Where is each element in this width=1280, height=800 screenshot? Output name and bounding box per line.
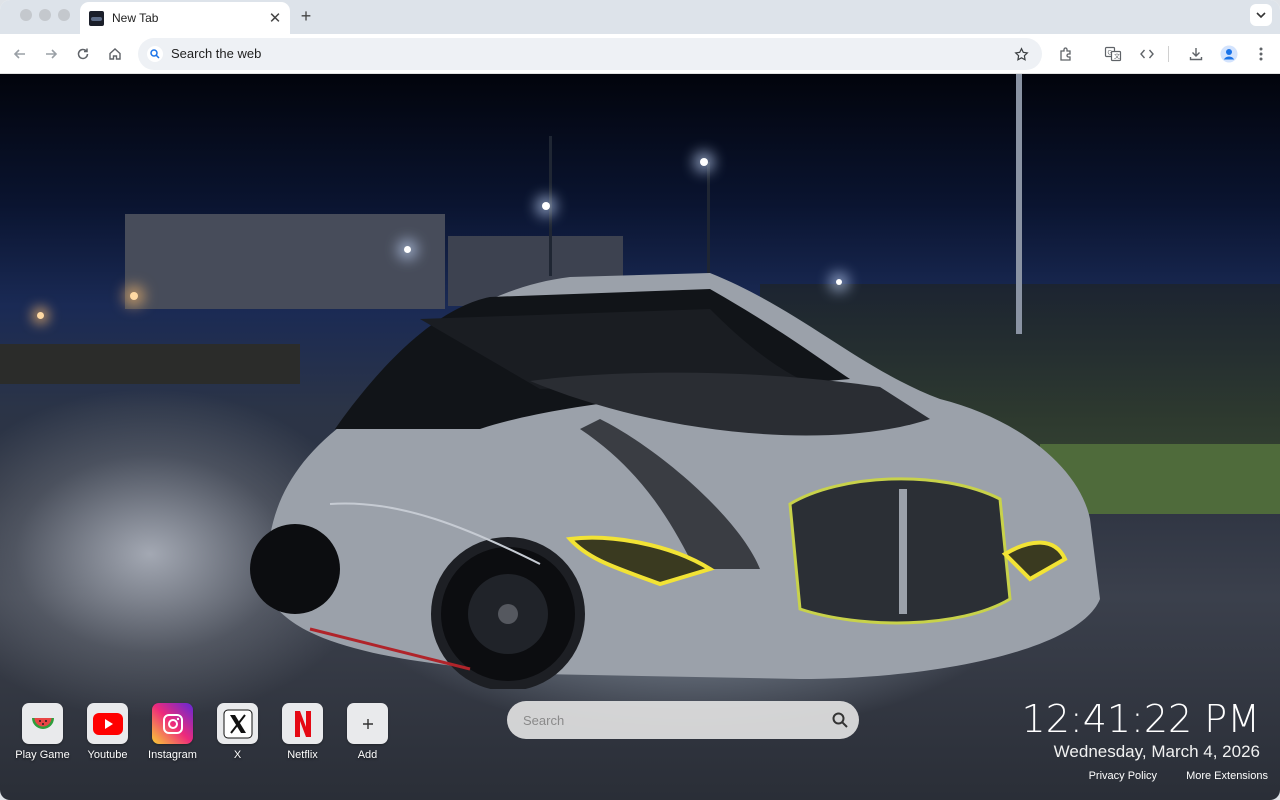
watermelon-icon[interactable]	[22, 703, 63, 744]
street-pole	[707, 162, 710, 282]
shortcut-youtube[interactable]: Youtube	[75, 703, 140, 761]
tab-title: New Tab	[112, 11, 159, 25]
clock-widget: 12:41:22 PM Wednesday, March 4, 2026	[1022, 698, 1260, 762]
footer-links: Privacy Policy More Extensions	[1089, 770, 1268, 782]
shortcut-label: Netflix	[287, 749, 318, 761]
home-icon	[109, 48, 121, 60]
shortcut-label: Add	[357, 749, 378, 761]
download-icon	[1189, 48, 1203, 61]
more-extensions-link[interactable]: More Extensions	[1186, 770, 1268, 782]
reload-button[interactable]	[71, 42, 95, 66]
translate-button[interactable]: G文	[1101, 42, 1125, 66]
new-tab-button[interactable]: +	[296, 6, 316, 26]
puzzle-icon	[1060, 47, 1071, 61]
code-icon	[1140, 49, 1154, 59]
page-search-box[interactable]	[507, 701, 859, 739]
browser-toolbar: Search the web G文	[0, 34, 1280, 74]
shortcut-instagram[interactable]: Instagram	[140, 703, 205, 761]
forward-button[interactable]	[39, 42, 63, 66]
search-icon[interactable]	[831, 711, 849, 729]
street-light	[37, 312, 44, 319]
back-button[interactable]	[8, 42, 32, 66]
maximize-window-button[interactable]	[58, 9, 70, 21]
address-bar-placeholder: Search the web	[171, 46, 262, 61]
svg-text:文: 文	[1114, 53, 1120, 61]
car-illustration	[250, 273, 1100, 689]
forward-arrow-icon	[46, 49, 58, 59]
bookmark-star-icon[interactable]	[1011, 44, 1031, 64]
minimize-window-button[interactable]	[39, 9, 51, 21]
tab-search-button[interactable]	[1250, 4, 1272, 26]
extensions-button[interactable]	[1054, 42, 1078, 66]
shortcut-play-game[interactable]: Play Game	[10, 703, 75, 761]
profile-button[interactable]	[1217, 42, 1241, 66]
tab-close-icon[interactable]: ✕	[264, 7, 286, 29]
tab-new-tab[interactable]: New Tab ✕	[80, 2, 290, 34]
translate-icon: G文	[1104, 46, 1122, 62]
home-button[interactable]	[103, 42, 127, 66]
back-arrow-icon	[13, 49, 25, 59]
instagram-icon[interactable]	[152, 703, 193, 744]
shortcut-label: Play Game	[15, 749, 70, 761]
privacy-policy-link[interactable]: Privacy Policy	[1089, 770, 1157, 782]
browser-window: New Tab ✕ + Search the web G 文 Play Game…	[0, 0, 1280, 800]
shortcut-label: Instagram	[148, 749, 197, 761]
street-light	[542, 202, 550, 210]
avatar-icon	[1220, 45, 1238, 63]
shortcut-add[interactable]: Add	[335, 703, 400, 761]
clock-time: 12:41:22 PM	[1021, 697, 1260, 741]
downloads-button[interactable]	[1184, 42, 1208, 66]
street-light	[130, 292, 138, 300]
shortcut-netflix[interactable]: Netflix	[270, 703, 335, 761]
developer-tools-button[interactable]	[1135, 42, 1159, 66]
x-icon[interactable]	[217, 703, 258, 744]
clock-date: Wednesday, March 4, 2026	[1053, 742, 1260, 761]
netflix-icon[interactable]	[282, 703, 323, 744]
street-light	[404, 246, 411, 253]
street-light	[700, 158, 708, 166]
reload-icon	[77, 48, 89, 60]
shortcut-x[interactable]: X	[205, 703, 270, 761]
search-icon	[147, 46, 163, 62]
menu-button[interactable]	[1249, 42, 1273, 66]
address-bar[interactable]: Search the web	[138, 38, 1042, 70]
toolbar-divider	[1168, 46, 1169, 62]
more-vert-icon	[1259, 47, 1263, 61]
tab-favicon-icon	[89, 10, 104, 26]
close-window-button[interactable]	[20, 9, 32, 21]
shortcut-bar: Play Game Youtube Instagram X Netflix Ad…	[10, 703, 400, 761]
shortcut-label: X	[233, 749, 242, 761]
search-input[interactable]	[523, 701, 823, 739]
youtube-icon[interactable]	[87, 703, 128, 744]
shortcut-label: Youtube	[87, 749, 128, 761]
plus-icon[interactable]	[347, 703, 388, 744]
svg-text:G: G	[1108, 51, 1113, 57]
tab-strip: New Tab ✕ +	[0, 0, 1280, 34]
new-tab-page: Play Game Youtube Instagram X Netflix Ad…	[0, 74, 1280, 800]
chevron-down-icon	[1256, 12, 1266, 19]
